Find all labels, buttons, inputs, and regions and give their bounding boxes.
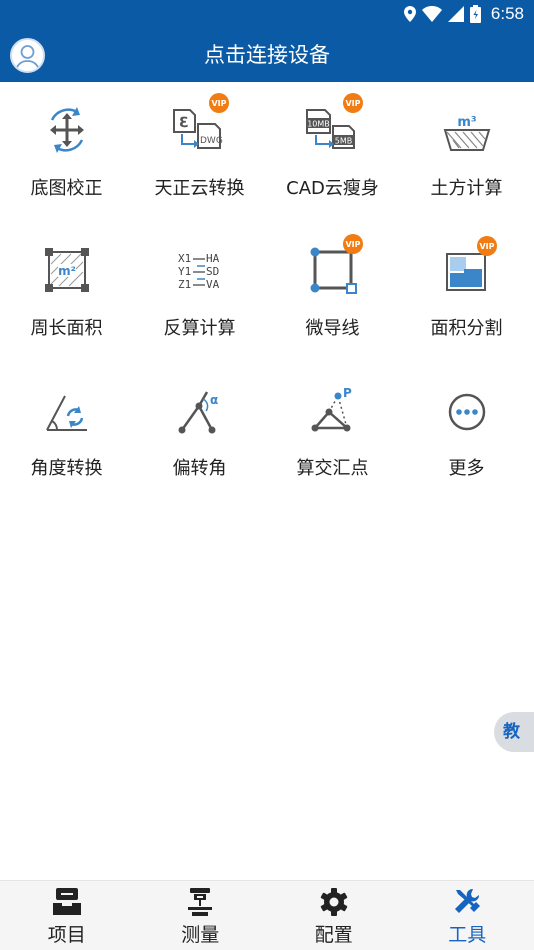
tool-area-split[interactable]: VIP 面积分割 (400, 222, 533, 362)
svg-text:DWG: DWG (200, 136, 223, 146)
more-icon (448, 393, 486, 431)
nav-item-tools[interactable]: 工具 (401, 881, 534, 950)
svg-text:α: α (210, 393, 218, 407)
nav-label: 工具 (448, 924, 487, 946)
tools-icon (455, 888, 481, 913)
file-compress-icon: 10MB 5MB VIP (306, 93, 363, 149)
project-icon (52, 888, 81, 915)
nav-item-project[interactable]: 项目 (0, 881, 134, 950)
tool-deflection-angle[interactable]: α 偏转角 (133, 362, 266, 502)
status-icons: 6:58 (403, 4, 524, 24)
svg-text:VIP: VIP (211, 99, 226, 108)
tool-label: 更多 (448, 458, 485, 479)
status-time: 6:58 (490, 4, 524, 23)
location-icon (403, 6, 416, 22)
tutorial-side-tab[interactable]: 教 (494, 712, 534, 752)
area-icon: m² (45, 248, 89, 292)
signal-icon (447, 6, 464, 22)
svg-text:HA: HA (206, 252, 220, 265)
nav-label: 配置 (314, 924, 353, 946)
nav-item-survey[interactable]: 测量 (134, 881, 268, 950)
tool-micro-traverse[interactable]: VIP 微导线 (266, 222, 399, 362)
svg-text:ℇ: ℇ (179, 115, 188, 131)
tool-label: 偏转角 (172, 458, 227, 479)
tool-label: 天正云转换 (154, 178, 245, 199)
page-title[interactable]: 点击连接设备 (0, 28, 534, 82)
tool-label: 反算计算 (163, 318, 236, 339)
tool-tangent-cloud-convert[interactable]: ℇ DWG VIP 天正云转换 (133, 82, 266, 222)
area-split-icon: VIP (446, 236, 497, 291)
bottom-nav: 项目 测量 配置 工具 (0, 880, 534, 950)
svg-text:5MB: 5MB (335, 137, 352, 146)
move-rotate-icon (50, 107, 84, 153)
tool-label: 微导线 (305, 318, 360, 339)
nav-label: 测量 (181, 924, 220, 946)
svg-text:SD: SD (206, 265, 219, 278)
svg-text:Z1: Z1 (178, 278, 191, 291)
nav-item-settings[interactable]: 配置 (267, 881, 401, 950)
tool-basemap-correction[interactable]: 底图校正 (0, 82, 133, 222)
tool-intersection-point[interactable]: P 算交汇点 (266, 362, 399, 502)
tool-label: 算交汇点 (296, 458, 369, 479)
app-bar: 点击连接设备 (0, 28, 534, 82)
tool-angle-convert[interactable]: 角度转换 (0, 362, 133, 502)
svg-text:Y1: Y1 (178, 265, 191, 278)
svg-text:X1: X1 (178, 252, 191, 265)
intersection-icon: P (311, 386, 352, 432)
earthwork-icon: m³ (443, 115, 491, 151)
tool-label: 面积分割 (430, 318, 503, 339)
inverse-calc-icon: X1 Y1 Z1 HA SD VA (178, 252, 220, 291)
survey-icon (188, 888, 213, 916)
file-convert-dwg-icon: ℇ DWG VIP (173, 93, 229, 149)
svg-text:VIP: VIP (479, 242, 494, 251)
tool-perimeter-area[interactable]: m² 周长面积 (0, 222, 133, 362)
tool-label: 周长面积 (30, 318, 103, 339)
svg-text:m³: m³ (457, 115, 476, 130)
svg-text:10MB: 10MB (307, 120, 330, 129)
svg-text:P: P (343, 386, 352, 400)
tool-label: CAD云瘦身 (286, 178, 379, 199)
settings-gear-icon (320, 888, 348, 916)
traverse-icon: VIP (310, 234, 363, 294)
tool-earthwork[interactable]: m³ 土方计算 (400, 82, 533, 222)
deflection-angle-icon: α (178, 391, 218, 434)
svg-text:VIP: VIP (345, 99, 360, 108)
wifi-icon (421, 6, 442, 22)
tool-more[interactable]: 更多 (400, 362, 533, 502)
tool-label: 角度转换 (30, 458, 103, 479)
battery-icon (469, 5, 481, 23)
svg-text:VA: VA (206, 278, 220, 291)
tool-label: 土方计算 (430, 178, 503, 199)
tool-inverse-calc[interactable]: X1 Y1 Z1 HA SD VA 反算计算 (133, 222, 266, 362)
tool-cad-slim[interactable]: 10MB 5MB VIP CAD云瘦身 (266, 82, 399, 222)
svg-text:VIP: VIP (345, 240, 360, 249)
nav-label: 项目 (47, 924, 86, 946)
status-bar: 6:58 (0, 0, 534, 28)
svg-text:m²: m² (58, 264, 76, 278)
tool-label: 底图校正 (30, 178, 103, 199)
angle-convert-icon (46, 395, 87, 431)
